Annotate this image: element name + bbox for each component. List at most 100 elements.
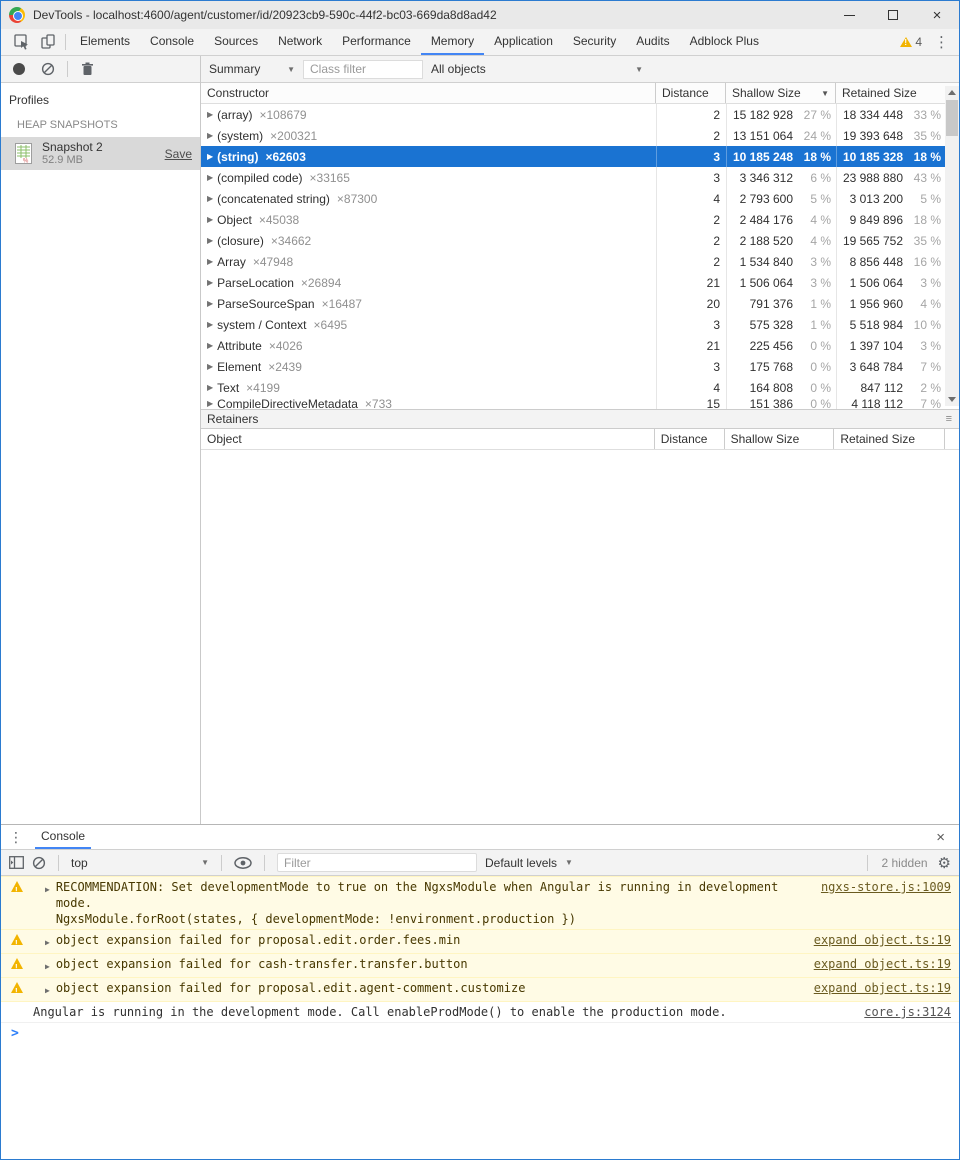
hidden-messages-count: 2 hidden: [881, 855, 928, 870]
source-link[interactable]: expand object.ts:19: [814, 932, 951, 948]
disclosure-triangle-icon[interactable]: ▶: [207, 215, 213, 224]
disclosure-triangle-icon[interactable]: ▶: [207, 236, 213, 245]
heap-constructor-row[interactable]: ▶ Object ×45038 2 2 484 176 4 % 9 849 89…: [201, 209, 946, 230]
log-levels-select[interactable]: Default levels ▼: [485, 856, 573, 870]
heap-constructor-row[interactable]: ▶ Array ×47948 2 1 534 840 3 % 8 856 448…: [201, 251, 946, 272]
column-header-object[interactable]: Object: [201, 429, 655, 449]
save-snapshot-link[interactable]: Save: [165, 147, 192, 161]
live-expression-button[interactable]: [234, 856, 252, 869]
maximize-button[interactable]: [871, 1, 915, 29]
disclosure-triangle-icon[interactable]: ▶: [207, 299, 213, 308]
snapshot-item[interactable]: % Snapshot 2 52.9 MB Save: [1, 137, 200, 170]
delete-snapshot-button[interactable]: [74, 56, 100, 82]
disclosure-triangle-icon[interactable]: ▶: [207, 320, 213, 329]
heap-constructor-row[interactable]: ▶ (concatenated string) ×87300 4 2 793 6…: [201, 188, 946, 209]
close-button[interactable]: ×: [915, 1, 959, 29]
column-header-shallow-size[interactable]: Shallow Size ▼: [726, 83, 836, 103]
device-toolbar-button[interactable]: [35, 29, 61, 55]
inspect-element-button[interactable]: [9, 29, 35, 55]
clear-profiles-button[interactable]: [35, 56, 61, 82]
heap-constructor-row[interactable]: ▶ (compiled code) ×33165 3 3 346 312 6 %…: [201, 167, 946, 188]
heap-constructor-row[interactable]: ▶ Text ×4199 4 164 808 0 % 847 112 2 %: [201, 377, 946, 398]
heap-constructor-row[interactable]: ▶ (system) ×200321 2 13 151 064 24 % 19 …: [201, 125, 946, 146]
expand-arrow-icon[interactable]: ▶: [45, 959, 50, 975]
expand-arrow-icon[interactable]: ▶: [45, 882, 50, 898]
disclosure-triangle-icon[interactable]: ▶: [207, 278, 213, 287]
message-line: NgxsModule.forRoot(states, { development…: [55, 912, 576, 926]
expand-arrow-icon[interactable]: ▶: [45, 983, 50, 999]
drawer-menu-button[interactable]: ⋮: [1, 825, 29, 849]
tab-application[interactable]: Application: [484, 29, 563, 55]
record-heap-snapshot-button[interactable]: [13, 63, 25, 75]
tab-performance[interactable]: Performance: [332, 29, 421, 55]
perspective-select[interactable]: Summary ▼: [209, 62, 295, 76]
execution-context-select[interactable]: top ▼: [71, 856, 209, 870]
source-link[interactable]: core.js:3124: [864, 1004, 951, 1020]
disclosure-triangle-icon[interactable]: ▶: [207, 152, 213, 161]
source-link[interactable]: expand object.ts:19: [814, 980, 951, 996]
disclosure-triangle-icon[interactable]: ▶: [207, 399, 213, 408]
clear-console-button[interactable]: [32, 856, 46, 870]
expand-arrow-icon[interactable]: ▶: [45, 935, 50, 951]
column-header-retained-size[interactable]: Retained Size: [834, 429, 944, 449]
tab-console[interactable]: Console: [35, 825, 92, 849]
devtools-tabbar: Elements Console Sources Network Perform…: [1, 29, 959, 56]
disclosure-triangle-icon[interactable]: ▶: [207, 341, 213, 350]
device-toolbar-icon: [41, 34, 55, 49]
column-header-distance[interactable]: Distance: [656, 83, 726, 103]
column-header-distance[interactable]: Distance: [655, 429, 725, 449]
heap-constructor-row[interactable]: ▶ (closure) ×34662 2 2 188 520 4 % 19 56…: [201, 230, 946, 251]
console-filter-input[interactable]: [277, 853, 477, 872]
disclosure-triangle-icon[interactable]: ▶: [207, 110, 213, 119]
console-prompt[interactable]: >: [1, 1023, 959, 1044]
column-header-retained-size[interactable]: Retained Size: [836, 83, 946, 103]
console-sidebar-button[interactable]: [9, 856, 24, 869]
heap-grid-scrollbar[interactable]: [945, 86, 959, 406]
disclosure-triangle-icon[interactable]: ▶: [207, 131, 213, 140]
message-text: object expansion failed for cash-transfe…: [56, 956, 468, 972]
console-settings-button[interactable]: ⚙: [938, 854, 951, 872]
disclosure-triangle-icon[interactable]: ▶: [207, 257, 213, 266]
heap-constructor-row[interactable]: ▶ CompileDirectiveMetadata ×733 15 151 3…: [201, 398, 946, 409]
console-empty-area: [1, 1044, 959, 1159]
close-drawer-button[interactable]: ×: [922, 825, 959, 849]
heap-constructor-row[interactable]: ▶ (array) ×108679 2 15 182 928 27 % 18 3…: [201, 104, 946, 125]
heap-view-toolbar: Summary ▼ All objects ▼: [201, 56, 959, 83]
scrollbar-thumb[interactable]: [946, 100, 958, 136]
distance-value: 2: [656, 251, 726, 272]
disclosure-triangle-icon[interactable]: ▶: [207, 362, 213, 371]
objects-filter-select[interactable]: All objects ▼: [431, 62, 643, 76]
heap-constructor-row[interactable]: ▶ ParseSourceSpan ×16487 20 791 376 1 % …: [201, 293, 946, 314]
heap-constructor-row[interactable]: ▶ Element ×2439 3 175 768 0 % 3 648 784 …: [201, 356, 946, 377]
tab-network[interactable]: Network: [268, 29, 332, 55]
message-text: Angular is running in the development mo…: [9, 1004, 727, 1020]
tab-audits[interactable]: Audits: [626, 29, 679, 55]
heap-constructor-row[interactable]: ▶ ParseLocation ×26894 21 1 506 064 3 % …: [201, 272, 946, 293]
tab-adblock-plus[interactable]: Adblock Plus: [680, 29, 769, 55]
heap-constructor-row[interactable]: ▶ Attribute ×4026 21 225 456 0 % 1 397 1…: [201, 335, 946, 356]
devtools-menu-button[interactable]: ⋮: [930, 33, 953, 51]
issues-warning-badge[interactable]: 4: [900, 35, 922, 49]
scroll-down-arrow-icon[interactable]: [945, 393, 959, 406]
tab-console[interactable]: Console: [140, 29, 204, 55]
tab-sources[interactable]: Sources: [204, 29, 268, 55]
column-header-constructor[interactable]: Constructor: [201, 83, 656, 103]
class-filter-input[interactable]: [303, 59, 423, 79]
chevron-down-icon: ▼: [635, 64, 643, 74]
scroll-up-arrow-icon[interactable]: [945, 86, 959, 99]
tab-elements[interactable]: Elements: [70, 29, 140, 55]
tab-memory[interactable]: Memory: [420, 29, 485, 55]
tab-security[interactable]: Security: [563, 29, 626, 55]
minimize-button[interactable]: [827, 1, 871, 29]
retainers-grip-icon[interactable]: ≡: [946, 413, 953, 425]
disclosure-triangle-icon[interactable]: ▶: [207, 383, 213, 392]
column-header-shallow-size[interactable]: Shallow Size: [725, 429, 835, 449]
heap-constructor-row[interactable]: ▶ system / Context ×6495 3 575 328 1 % 5…: [201, 314, 946, 335]
shallow-size-percent: 27 %: [803, 107, 831, 122]
source-link[interactable]: ngxs-store.js:1009: [821, 879, 951, 895]
source-link[interactable]: expand object.ts:19: [814, 956, 951, 972]
constructor-name: Attribute: [217, 338, 262, 353]
heap-constructor-row[interactable]: ▶ (string) ×62603 3 10 185 248 18 % 10 1…: [201, 146, 946, 167]
disclosure-triangle-icon[interactable]: ▶: [207, 194, 213, 203]
disclosure-triangle-icon[interactable]: ▶: [207, 173, 213, 182]
